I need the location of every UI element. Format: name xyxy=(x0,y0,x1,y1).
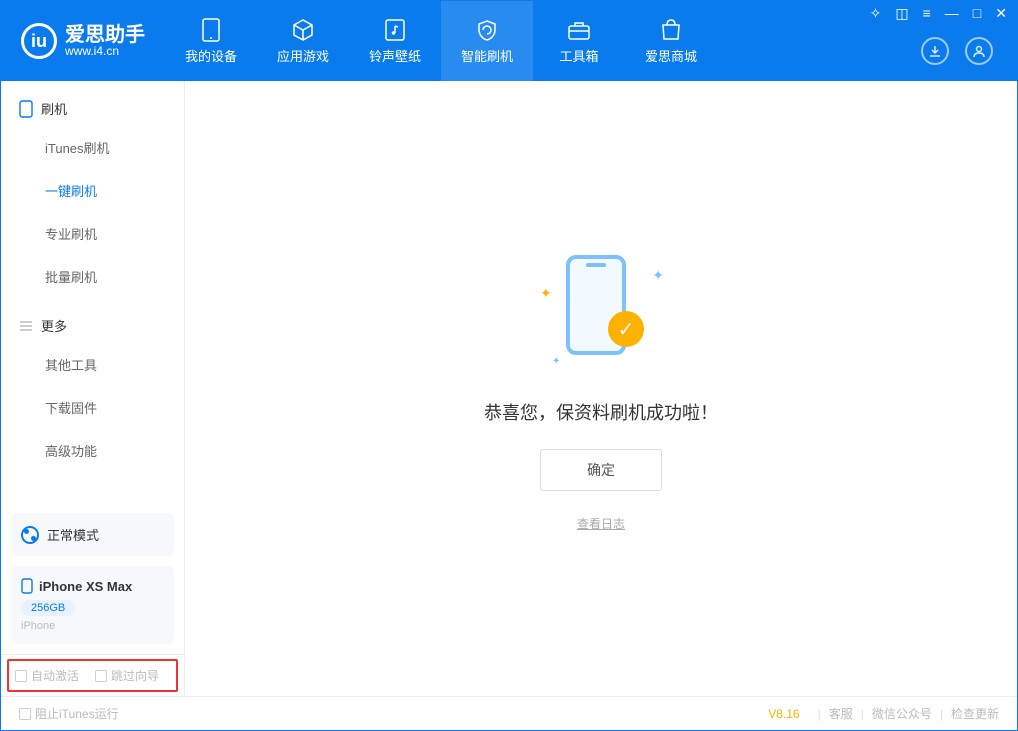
phone-icon xyxy=(19,100,33,118)
minimize-button[interactable]: — xyxy=(945,5,959,22)
device-icon xyxy=(199,18,223,42)
menu-icon[interactable]: ≡ xyxy=(923,5,931,22)
music-file-icon xyxy=(383,18,407,42)
download-button[interactable] xyxy=(921,37,949,65)
device-small-icon xyxy=(21,578,33,594)
nav-label: 工具箱 xyxy=(559,46,598,65)
brand-url: www.i4.cn xyxy=(65,45,145,57)
toolbox-icon xyxy=(567,18,591,42)
nav-label: 铃声壁纸 xyxy=(369,46,421,65)
nav-toolbox[interactable]: 工具箱 xyxy=(533,1,625,81)
version-label: V8.16 xyxy=(768,707,799,721)
nav-apps-games[interactable]: 应用游戏 xyxy=(257,1,349,81)
sidebar-group-flash: 刷机 xyxy=(1,81,184,126)
device-card[interactable]: iPhone XS Max 256GB iPhone xyxy=(11,566,174,644)
device-type: iPhone xyxy=(21,620,164,632)
maximize-button[interactable]: □ xyxy=(973,5,981,22)
check-update-link[interactable]: 检查更新 xyxy=(951,705,999,722)
confirm-button[interactable]: 确定 xyxy=(540,449,662,491)
nav-label: 爱思商城 xyxy=(645,46,697,65)
header-actions xyxy=(921,37,993,65)
app-logo: iu 爱思助手 www.i4.cn xyxy=(1,23,165,59)
nav-label: 应用游戏 xyxy=(277,46,329,65)
main-nav: 我的设备 应用游戏 铃声壁纸 智能刷机 工具箱 爱思商城 xyxy=(165,1,717,81)
sidebar-item-other-tools[interactable]: 其他工具 xyxy=(1,343,184,386)
logo-icon: iu xyxy=(21,23,57,59)
mode-icon xyxy=(21,526,39,544)
checkbox-icon xyxy=(19,708,31,720)
group-label: 更多 xyxy=(41,316,67,335)
wechat-link[interactable]: 微信公众号 xyxy=(872,705,932,722)
app-header: iu 爱思助手 www.i4.cn 我的设备 应用游戏 铃声壁纸 智能刷机 工具… xyxy=(1,1,1017,81)
sidebar-item-batch-flash[interactable]: 批量刷机 xyxy=(1,255,184,298)
nav-my-device[interactable]: 我的设备 xyxy=(165,1,257,81)
device-capacity: 256GB xyxy=(21,600,75,616)
sidebar: 刷机 iTunes刷机 一键刷机 专业刷机 批量刷机 更多 其他工具 下载固件 … xyxy=(1,81,185,696)
sidebar-item-advanced[interactable]: 高级功能 xyxy=(1,429,184,472)
nav-smart-flash[interactable]: 智能刷机 xyxy=(441,1,533,81)
nav-label: 我的设备 xyxy=(185,46,237,65)
list-icon xyxy=(19,319,33,333)
sidebar-item-oneclick-flash[interactable]: 一键刷机 xyxy=(1,169,184,212)
refresh-shield-icon xyxy=(475,18,499,42)
cube-icon xyxy=(291,18,315,42)
checkbox-auto-activate[interactable]: 自动激活 xyxy=(15,667,79,684)
device-mode-label: 正常模式 xyxy=(47,525,99,544)
window-controls: ✧ ◫ ≡ — □ ✕ xyxy=(870,5,1007,22)
status-bar: 阻止iTunes运行 V8.16 | 客服 | 微信公众号 | 检查更新 xyxy=(1,696,1017,730)
shopping-bag-icon xyxy=(659,18,683,42)
checkbox-label: 阻止iTunes运行 xyxy=(35,705,119,722)
checkbox-label: 跳过向导 xyxy=(111,667,159,684)
nav-store[interactable]: 爱思商城 xyxy=(625,1,717,81)
checkbox-icon xyxy=(15,670,27,682)
sidebar-group-more: 更多 xyxy=(1,298,184,343)
checkbox-skip-guide[interactable]: 跳过向导 xyxy=(95,667,159,684)
check-badge-icon: ✓ xyxy=(608,311,644,347)
close-button[interactable]: ✕ xyxy=(995,5,1007,22)
checkbox-label: 自动激活 xyxy=(31,667,79,684)
sidebar-item-download-firmware[interactable]: 下载固件 xyxy=(1,386,184,429)
account-button[interactable] xyxy=(965,37,993,65)
checkbox-icon xyxy=(95,670,107,682)
nav-label: 智能刷机 xyxy=(461,46,513,65)
view-log-link[interactable]: 查看日志 xyxy=(577,515,625,532)
checkbox-block-itunes[interactable]: 阻止iTunes运行 xyxy=(19,705,119,722)
feedback-icon[interactable]: ✧ xyxy=(870,5,882,22)
device-mode-card[interactable]: 正常模式 xyxy=(11,513,174,556)
nav-ringtone-wallpaper[interactable]: 铃声壁纸 xyxy=(349,1,441,81)
settings-icon[interactable]: ◫ xyxy=(895,5,908,22)
device-name: iPhone XS Max xyxy=(39,579,132,594)
bottom-options: 自动激活 跳过向导 xyxy=(1,654,184,696)
sidebar-item-pro-flash[interactable]: 专业刷机 xyxy=(1,212,184,255)
group-label: 刷机 xyxy=(41,99,67,118)
success-message: 恭喜您，保资料刷机成功啦！ xyxy=(484,399,718,425)
success-illustration: ✓ ✦ ✦ ✦ xyxy=(536,245,666,375)
support-link[interactable]: 客服 xyxy=(829,705,853,722)
brand-name: 爱思助手 xyxy=(65,25,145,45)
sidebar-item-itunes-flash[interactable]: iTunes刷机 xyxy=(1,126,184,169)
main-content: ✓ ✦ ✦ ✦ 恭喜您，保资料刷机成功啦！ 确定 查看日志 xyxy=(185,81,1017,696)
